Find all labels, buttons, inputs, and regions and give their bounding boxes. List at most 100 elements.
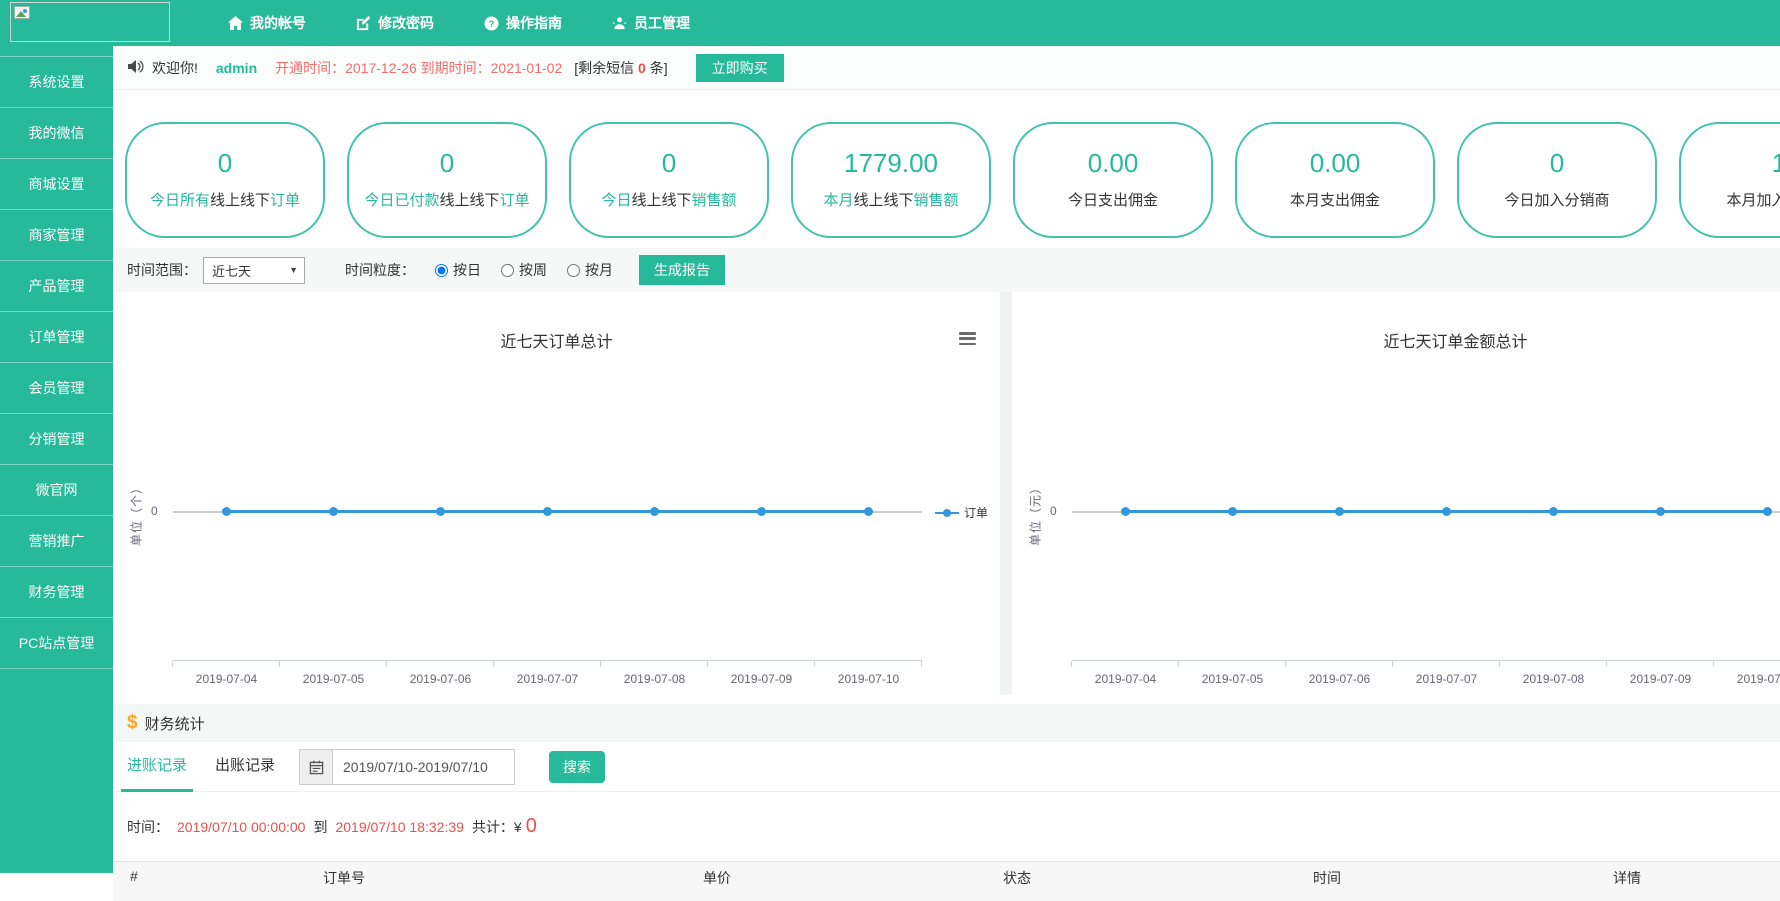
sidebar-item[interactable]: 财务管理 (0, 567, 113, 618)
stat-card[interactable]: 1779.00 本月线上线下销售额 (791, 122, 991, 238)
stat-label: 今日已付款线上线下订单 (349, 189, 545, 210)
nav-label: 操作指南 (506, 13, 562, 33)
edit-icon (356, 16, 371, 31)
sidebar-item[interactable]: 分销管理 (0, 414, 113, 465)
stat-label: 今日支出佣金 (1015, 189, 1211, 210)
data-point-marker[interactable] (1335, 507, 1344, 516)
radio-by-month-input[interactable] (567, 264, 580, 277)
data-point-marker[interactable] (1763, 507, 1772, 516)
buy-now-button[interactable]: 立即购买 (696, 54, 784, 82)
data-point-marker[interactable] (757, 507, 766, 516)
data-point-marker[interactable] (1228, 507, 1237, 516)
radio-by-week[interactable]: 按周 (501, 260, 547, 280)
sidebar-item[interactable]: 会员管理 (0, 363, 113, 414)
chart-menu-icon[interactable] (959, 332, 976, 345)
x-axis-label: 2019-07-09 (708, 661, 815, 686)
time-to: 2019/07/10 18:32:39 (335, 819, 463, 835)
stat-value: 0 (349, 148, 545, 179)
nav-staff[interactable]: 员工管理 (612, 13, 690, 33)
sidebar-item[interactable]: 营销推广 (0, 516, 113, 567)
home-icon (228, 16, 243, 30)
stat-label: 今日加入分销商 (1459, 189, 1655, 210)
nav-change-password[interactable]: 修改密码 (356, 13, 434, 33)
data-point-marker[interactable] (329, 507, 338, 516)
x-axis-label: 2019-07-09 (1607, 661, 1714, 686)
date-range-input[interactable] (333, 749, 515, 785)
nav-my-account[interactable]: 我的帐号 (228, 13, 306, 33)
time-range-select[interactable]: 近七天 ▼ (203, 257, 305, 284)
time-label: 时间： (127, 817, 169, 837)
stat-value: 1779.00 (793, 148, 989, 179)
data-point-marker[interactable] (864, 507, 873, 516)
x-axis-label: 2019-07-08 (601, 661, 708, 686)
sms-remaining: [剩余短信 0 条] (574, 58, 667, 78)
x-axis-label: 2019-07-06 (1286, 661, 1393, 686)
finance-time-summary: 时间： 2019/07/10 00:00:00 到 2019/07/10 18:… (113, 792, 1780, 861)
stat-card[interactable]: 0 今日已付款线上线下订单 (347, 122, 547, 238)
legend-label: 订单 (964, 504, 988, 521)
time-range-value: 近七天 (212, 261, 251, 280)
x-axis-label: 2019-07-10 (1714, 661, 1780, 686)
x-axis-label: 2019-07-04 (173, 661, 280, 686)
radio-by-day-input[interactable] (435, 264, 448, 277)
nav-label: 我的帐号 (250, 13, 306, 33)
tab-outgoing-records[interactable]: 出账记录 (209, 742, 281, 789)
sidebar-item[interactable]: 我的微信 (0, 108, 113, 159)
sidebar: 系统设置我的微信商城设置商家管理产品管理订单管理会员管理分销管理微官网营销推广财… (0, 46, 113, 873)
sidebar-item[interactable]: PC站点管理 (0, 618, 113, 669)
sidebar-item[interactable]: 产品管理 (0, 261, 113, 312)
time-range-label: 时间范围： (127, 260, 197, 280)
question-icon: ? (484, 16, 499, 31)
total-label: 共计：¥ (472, 817, 522, 837)
data-point-marker[interactable] (1442, 507, 1451, 516)
data-point-marker[interactable] (543, 507, 552, 516)
orders-chart-panel: 近七天订单总计 单位（个） 0 订单 2019-07-042019-07-052… (113, 292, 1000, 695)
sidebar-item[interactable]: 订单管理 (0, 312, 113, 363)
legend-line-icon (935, 512, 959, 514)
nav-guide[interactable]: ? 操作指南 (484, 13, 562, 33)
account-period: 开通时间：2017-12-26 到期时间：2021-01-02 (275, 58, 562, 78)
x-axis-label: 2019-07-05 (1179, 661, 1286, 686)
table-column-header: 状态 (1003, 868, 1031, 888)
finance-tabs-row: 进账记录 出账记录 搜索 (113, 742, 1780, 792)
stat-card[interactable]: 1 本月加入分销商 (1679, 122, 1780, 238)
stat-card[interactable]: 0.00 今日支出佣金 (1013, 122, 1213, 238)
stat-card[interactable]: 0.00 本月支出佣金 (1235, 122, 1435, 238)
x-axis-label: 2019-07-04 (1072, 661, 1179, 686)
data-point-marker[interactable] (1656, 507, 1665, 516)
x-axis-label: 2019-07-08 (1500, 661, 1607, 686)
stat-card[interactable]: 0 今日线上线下销售额 (569, 122, 769, 238)
radio-by-month[interactable]: 按月 (567, 260, 613, 280)
data-point-marker[interactable] (436, 507, 445, 516)
table-column-header: 时间 (1313, 868, 1341, 888)
stat-card[interactable]: 0 今日加入分销商 (1457, 122, 1657, 238)
date-range-group (299, 749, 515, 785)
table-column-header: 订单号 (323, 868, 365, 888)
data-point-marker[interactable] (1549, 507, 1558, 516)
stat-label: 本月加入分销商 (1681, 189, 1780, 210)
nav-label: 员工管理 (634, 13, 690, 33)
finance-section-title: 财务统计 (145, 713, 205, 734)
tab-income-records[interactable]: 进账记录 (121, 742, 193, 792)
data-point-marker[interactable] (1121, 507, 1130, 516)
logo[interactable] (10, 2, 170, 42)
radio-by-week-input[interactable] (501, 264, 514, 277)
x-axis-label: 2019-07-06 (387, 661, 494, 686)
sidebar-item[interactable]: 商城设置 (0, 159, 113, 210)
sidebar-item[interactable]: 系统设置 (0, 57, 113, 108)
chart-legend[interactable]: 订单 (935, 504, 988, 521)
stat-card[interactable]: 0 今日所有线上线下订单 (125, 122, 325, 238)
radio-by-day[interactable]: 按日 (435, 260, 481, 280)
finance-section-header: $ 财务统计 (113, 704, 1780, 742)
stat-value: 0.00 (1237, 148, 1433, 179)
generate-report-button[interactable]: 生成报告 (639, 255, 725, 285)
sidebar-item[interactable]: 微官网 (0, 465, 113, 516)
data-point-marker[interactable] (650, 507, 659, 516)
data-point-marker[interactable] (222, 507, 231, 516)
filter-row: 时间范围： 近七天 ▼ 时间粒度： 按日 按周 按月 生成报告 (113, 248, 1780, 292)
stat-label: 本月线上线下销售额 (793, 189, 989, 210)
sidebar-item[interactable]: 商家管理 (0, 210, 113, 261)
stat-value: 0 (571, 148, 767, 179)
x-axis: 2019-07-042019-07-052019-07-062019-07-07… (1072, 660, 1780, 686)
search-button[interactable]: 搜索 (549, 751, 605, 783)
